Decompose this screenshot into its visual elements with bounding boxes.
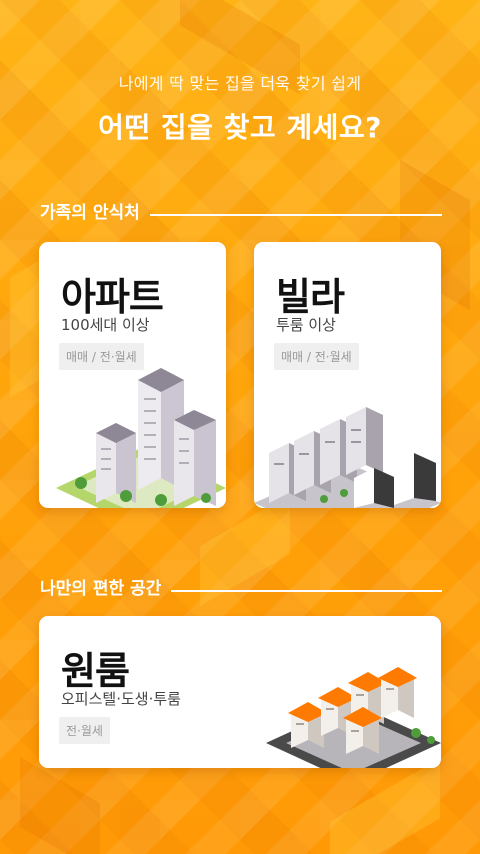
card-description: 투룸 이상 [276,316,336,334]
deal-type-badge: 전·월세 [59,717,110,744]
villa-illustration-icon [254,407,441,508]
deal-type-badge: 매매 / 전·월세 [59,343,144,370]
header-subtitle: 나에게 딱 맞는 집을 더욱 찾기 쉽게 [118,74,362,93]
villa-card[interactable]: 빌라 투룸 이상 매매 / 전·월세 [254,242,441,508]
apartment-illustration-icon [56,368,226,508]
header: 나에게 딱 맞는 집을 더욱 찾기 쉽게 어떤 집을 찾고 계세요? [0,70,480,146]
card-title: 아파트 [61,275,164,319]
section-divider [171,589,442,592]
section-family-home: 가족의 안식처 [40,198,442,223]
oneroom-card[interactable]: 원룸 오피스텔·도생·투룸 전·월세 [39,616,441,768]
section-divider [149,213,442,216]
section-personal-space: 나만의 편한 공간 [40,574,442,599]
page-title: 어떤 집을 찾고 계세요? [98,111,382,144]
card-description: 오피스텔·도생·투룸 [61,690,181,708]
section-label: 나만의 편한 공간 [40,579,162,599]
card-title: 빌라 [276,275,345,319]
section-label: 가족의 안식처 [40,203,140,223]
apartment-card[interactable]: 아파트 100세대 이상 매매 / 전·월세 [39,242,226,508]
oneroom-illustration-icon [266,667,441,768]
card-title: 원룸 [61,649,130,693]
card-description: 100세대 이상 [61,316,150,334]
deal-type-badge: 매매 / 전·월세 [274,343,359,370]
